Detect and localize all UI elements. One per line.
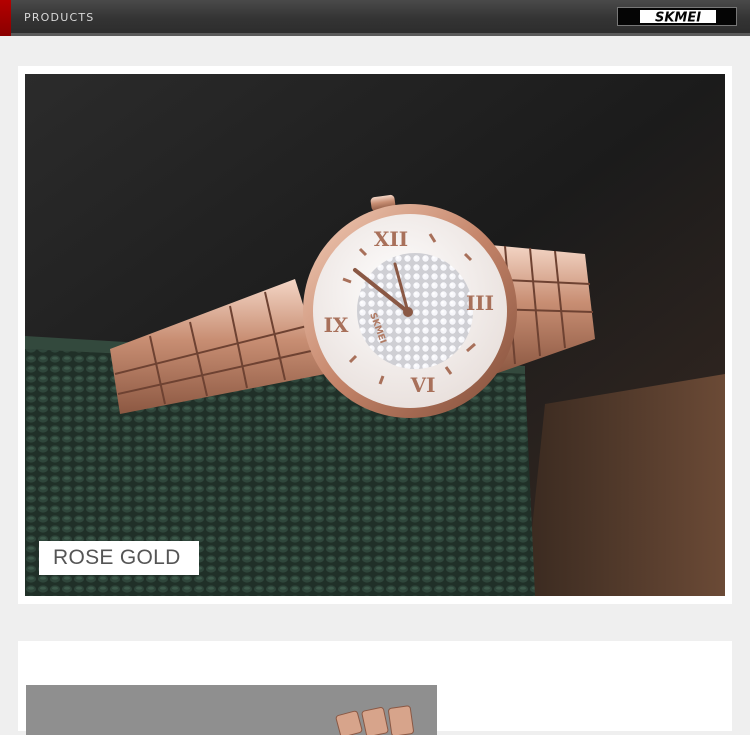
product-card-2 — [18, 641, 732, 735]
product-photo: XII III VI IX SKMEI ROSE GOLD — [25, 74, 725, 596]
section-title: PRODUCTS — [24, 11, 95, 24]
header-bar: PRODUCTS SKMEI — [0, 0, 750, 36]
brand-logo[interactable]: SKMEI — [617, 7, 737, 26]
color-variant-label: ROSE GOLD — [39, 541, 199, 575]
product-photo-2 — [26, 685, 437, 735]
svg-text:III: III — [466, 291, 494, 315]
svg-text:XII: XII — [374, 227, 408, 251]
product-card: XII III VI IX SKMEI ROSE GOLD — [18, 66, 732, 604]
watch-case: XII III VI IX SKMEI — [303, 204, 517, 418]
brand-logo-text: SKMEI — [655, 11, 701, 26]
header-accent-strip — [0, 0, 11, 36]
svg-text:IX: IX — [324, 313, 349, 337]
svg-text:VI: VI — [410, 373, 436, 397]
